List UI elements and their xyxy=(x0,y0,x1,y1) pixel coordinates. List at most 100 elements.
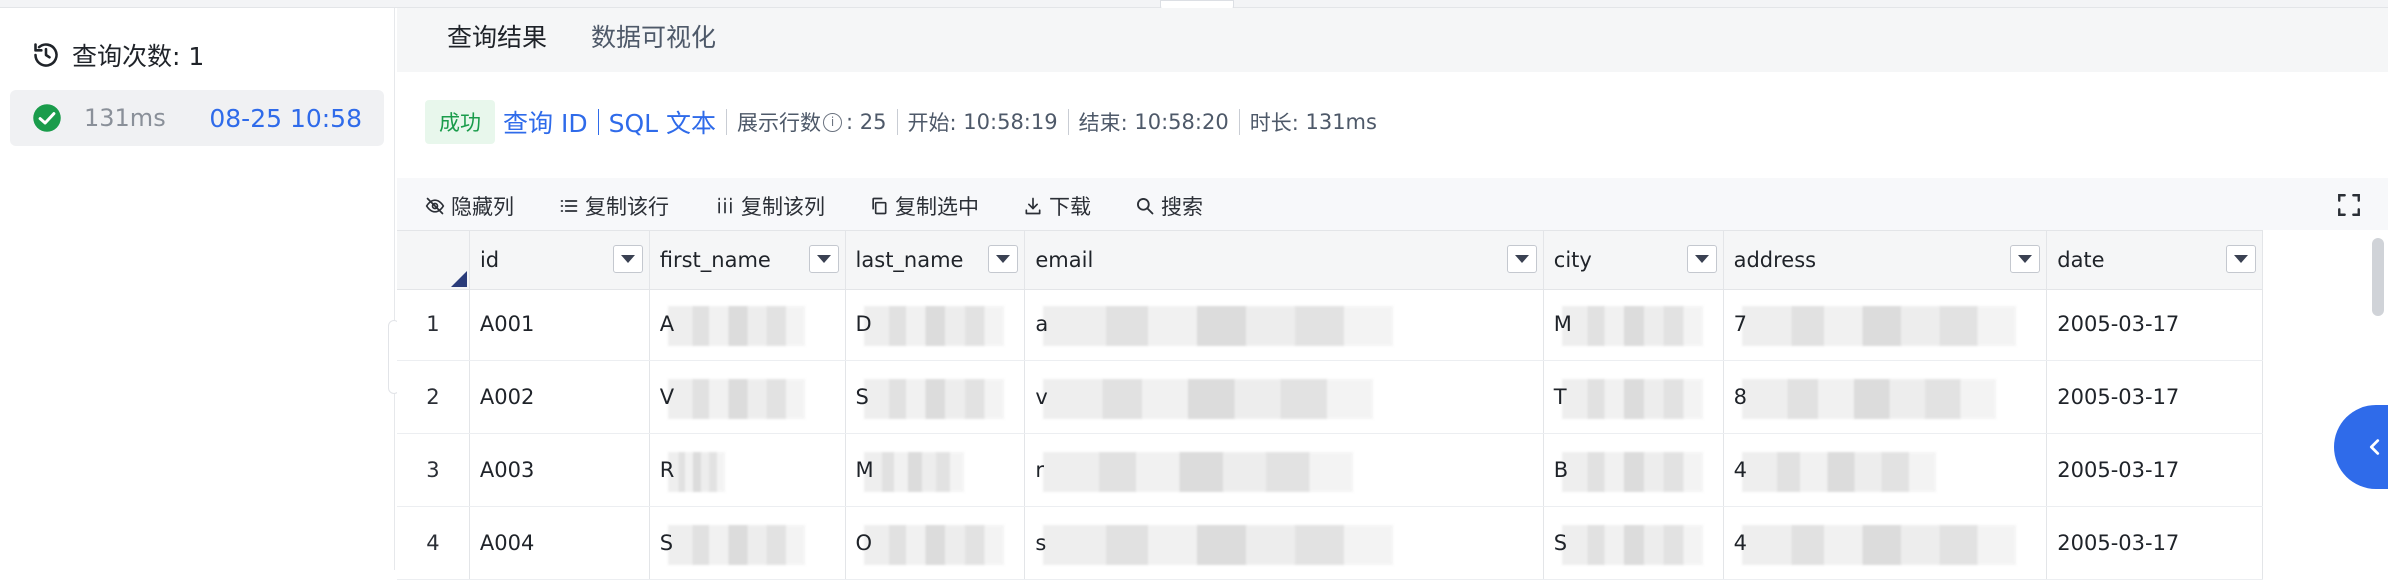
cell-last-name[interactable]: O xyxy=(846,507,1026,579)
history-icon xyxy=(34,43,58,67)
chevron-left-icon xyxy=(2369,439,2380,455)
cell-id[interactable]: A003 xyxy=(470,434,650,506)
row-number: 1 xyxy=(397,288,470,360)
cell-email[interactable]: a xyxy=(1025,288,1544,360)
cell-address[interactable]: 8 xyxy=(1724,361,2048,433)
start-label: 开始: xyxy=(907,111,957,135)
cell-city[interactable]: T xyxy=(1544,361,1724,433)
cell-text: M xyxy=(855,458,874,482)
select-all-corner[interactable] xyxy=(397,231,470,289)
column-header-label: first_name xyxy=(659,248,771,272)
search-label: 搜索 xyxy=(1161,195,1203,219)
table-row[interactable]: 4 A004 S O s S 4 2005-03-17 xyxy=(397,507,2264,580)
column-header-city[interactable]: city xyxy=(1544,231,1724,289)
column-dropdown-icon[interactable] xyxy=(808,245,839,273)
start-value: 10:58:19 xyxy=(963,110,1058,134)
sql-text-link[interactable]: SQL 文本 xyxy=(609,104,716,140)
cell-address[interactable]: 4 xyxy=(1724,507,2048,579)
cell-city[interactable]: B xyxy=(1544,434,1724,506)
history-duration: 131ms xyxy=(84,104,166,132)
copy-row-label: 复制该行 xyxy=(585,195,669,219)
column-header-address[interactable]: address xyxy=(1724,231,2048,289)
cell-date[interactable]: 2005-03-17 xyxy=(2047,361,2264,433)
redacted-mask xyxy=(667,379,805,419)
cell-id[interactable]: A004 xyxy=(470,507,650,579)
cell-date[interactable]: 2005-03-17 xyxy=(2047,288,2264,360)
cell-date[interactable]: 2005-03-17 xyxy=(2047,434,2264,506)
cell-last-name[interactable]: M xyxy=(846,434,1026,506)
info-icon[interactable]: i xyxy=(823,112,843,132)
cell-text: a xyxy=(1035,312,1049,336)
history-item[interactable]: 131ms 08-25 10:58 xyxy=(10,90,384,146)
tab-data-visualization[interactable]: 数据可视化 xyxy=(591,18,716,54)
copy-selected-button[interactable]: 复制选中 xyxy=(869,191,979,221)
cell-first-name[interactable]: V xyxy=(650,361,846,433)
column-dropdown-icon[interactable] xyxy=(1686,245,1717,273)
cell-id[interactable]: A002 xyxy=(470,361,650,433)
search-button[interactable]: 搜索 xyxy=(1135,191,1203,221)
column-header-date[interactable]: date xyxy=(2047,231,2263,289)
column-header-email[interactable]: email xyxy=(1025,231,1544,289)
table-row[interactable]: 2 A002 V S v T 8 2005-03-17 xyxy=(397,361,2264,434)
hide-columns-button[interactable]: 隐藏列 xyxy=(425,191,514,221)
cell-email[interactable]: r xyxy=(1025,434,1544,506)
copy-column-button[interactable]: 复制该列 xyxy=(715,191,825,221)
cell-text: r xyxy=(1035,458,1044,482)
cell-email[interactable]: v xyxy=(1025,361,1544,433)
cell-last-name[interactable]: S xyxy=(846,361,1026,433)
cell-city[interactable]: M xyxy=(1544,288,1724,360)
list-icon xyxy=(560,200,578,212)
redacted-mask xyxy=(1043,525,1393,565)
column-dropdown-icon[interactable] xyxy=(2010,245,2041,273)
divider xyxy=(896,109,898,135)
status-badge: 成功 xyxy=(425,100,495,144)
download-label: 下载 xyxy=(1049,195,1091,219)
cell-first-name[interactable]: R xyxy=(650,434,846,506)
end-value: 10:58:20 xyxy=(1134,110,1229,134)
cell-text: B xyxy=(1553,458,1569,482)
column-dropdown-icon[interactable] xyxy=(988,245,1019,273)
column-header-label: id xyxy=(479,248,500,272)
column-dropdown-icon[interactable] xyxy=(1506,245,1537,273)
download-button[interactable]: 下载 xyxy=(1023,191,1091,221)
cell-first-name[interactable]: S xyxy=(650,507,846,579)
cell-id[interactable]: A001 xyxy=(470,288,650,360)
redacted-mask xyxy=(667,525,805,565)
column-dropdown-icon[interactable] xyxy=(612,245,643,273)
column-header-id[interactable]: id xyxy=(470,231,650,289)
cell-last-name[interactable]: D xyxy=(846,288,1026,360)
tab-query-result[interactable]: 查询结果 xyxy=(447,18,547,54)
copy-selected-label: 复制选中 xyxy=(895,195,979,219)
redacted-mask xyxy=(863,379,1005,419)
cell-address[interactable]: 4 xyxy=(1724,434,2048,506)
cell-email[interactable]: s xyxy=(1025,507,1544,579)
cell-text: S xyxy=(855,385,869,409)
copy-row-button[interactable]: 复制该行 xyxy=(559,191,669,221)
cell-text: A xyxy=(659,312,675,336)
query-id-link[interactable]: 查询 ID xyxy=(503,104,588,140)
rows-value: 25 xyxy=(859,110,887,134)
row-number: 4 xyxy=(397,507,470,579)
vertical-scrollbar[interactable] xyxy=(2372,238,2384,316)
cell-date[interactable]: 2005-03-17 xyxy=(2047,507,2264,579)
column-header-label: last_name xyxy=(855,248,964,272)
cell-first-name[interactable]: A xyxy=(650,288,846,360)
hide-columns-label: 隐藏列 xyxy=(451,195,514,219)
column-dropdown-icon[interactable] xyxy=(2226,245,2256,273)
redacted-mask xyxy=(1561,525,1703,565)
table-row[interactable]: 3 A003 R M r B 4 2005-03-17 xyxy=(397,434,2264,507)
cell-text: R xyxy=(659,458,675,482)
cell-city[interactable]: S xyxy=(1544,507,1724,579)
history-datetime: 08-25 10:58 xyxy=(209,103,362,133)
divider xyxy=(1067,109,1069,135)
column-header-first-name[interactable]: first_name xyxy=(650,231,846,289)
cell-text: s xyxy=(1035,531,1047,555)
cell-address[interactable]: 7 xyxy=(1724,288,2048,360)
table-row[interactable]: 1 A001 A D a M 7 2005-03-17 xyxy=(397,288,2264,361)
cell-text: 4 xyxy=(1733,531,1747,555)
column-header-last-name[interactable]: last_name xyxy=(846,231,1026,289)
cell-text: v xyxy=(1035,385,1048,409)
redacted-mask xyxy=(1741,452,1937,492)
redacted-mask xyxy=(1043,452,1353,492)
fullscreen-icon[interactable] xyxy=(2336,192,2362,218)
